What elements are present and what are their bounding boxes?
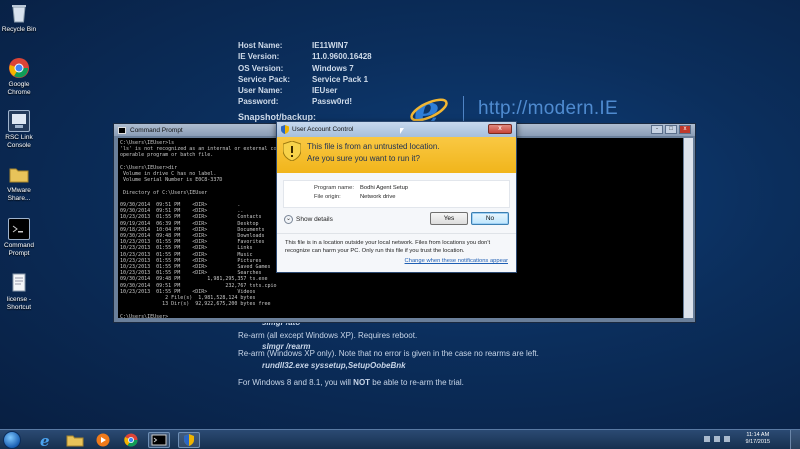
show-details-toggle[interactable]: ⌄ Show details: [284, 215, 333, 224]
info-row: IE Version: 11.0.9600.16428: [238, 51, 372, 62]
info-value: Service Pack 1: [312, 74, 369, 84]
yes-button[interactable]: Yes: [430, 212, 468, 225]
desktop-icon-label: VMware Share...: [7, 187, 31, 202]
tray-network-icon[interactable]: [714, 436, 720, 442]
desktop-icon-vmware-share[interactable]: VMware Share...: [0, 163, 38, 202]
uac-dialog[interactable]: User Account Control x This file is from…: [276, 121, 517, 273]
chrome-icon: [8, 57, 30, 79]
document-shortcut-icon: [8, 272, 30, 294]
tray-flag-icon[interactable]: [704, 436, 710, 442]
taskbar-uac-icon[interactable]: [178, 432, 200, 448]
desktop-icon-label: Command Prompt: [4, 242, 34, 257]
desktop-icon-license-shortcut[interactable]: license - Shortcut: [0, 272, 38, 311]
taskbar-explorer-icon[interactable]: [64, 432, 86, 448]
chevron-down-icon: ⌄: [284, 215, 293, 224]
instruction-text: Re-arm (all except Windows XP). Requires…: [238, 331, 418, 340]
detail-value: Network drive: [360, 193, 396, 200]
info-key: Service Pack:: [238, 74, 291, 84]
uac-titlebar[interactable]: User Account Control: [277, 122, 516, 137]
shield-icon: [281, 125, 289, 134]
instruction-text: Re-arm (Windows XP only). Note that no e…: [238, 349, 539, 358]
desktop-icon-chrome[interactable]: Google Chrome: [0, 57, 38, 96]
start-button[interactable]: [3, 431, 21, 449]
brand-url: http://modern.IE: [478, 98, 618, 119]
detail-key: Program name:: [314, 185, 354, 191]
info-key: Password:: [238, 97, 279, 107]
clock-time: 11:14 AM: [746, 432, 770, 438]
uac-footer-text: This file is in a location outside your …: [285, 240, 491, 254]
no-button[interactable]: No: [471, 212, 509, 225]
warning-shield-icon: [283, 141, 301, 161]
console-icon: [8, 110, 30, 132]
taskbar-command-prompt-icon[interactable]: [148, 432, 170, 448]
change-notifications-link[interactable]: Change when these notifications appear: [405, 258, 508, 264]
minimize-button[interactable]: -: [651, 125, 663, 134]
instruction-text-post: be able to re-arm the trial.: [370, 378, 464, 387]
info-value: 11.0.9600.16428: [312, 52, 372, 62]
folder-icon: [8, 163, 30, 185]
info-key: Host Name:: [238, 41, 283, 50]
desktop-icon-label: Recycle Bin: [1, 26, 37, 33]
maximize-button[interactable]: □: [665, 125, 677, 134]
detail-key: File origin:: [314, 193, 341, 200]
info-row: Password: Passw0rd!: [238, 96, 372, 107]
taskbar-media-player-icon[interactable]: [92, 432, 114, 448]
desktop-icon-rsc-console[interactable]: RSC Link Console: [0, 110, 38, 149]
uac-warning-title: This file is from an untrusted location.: [307, 142, 440, 151]
uac-program-details: Program name: Bodhi Agent Setup File orig…: [283, 180, 510, 208]
show-desktop-button[interactable]: [790, 430, 800, 449]
info-value: IE11WIN7: [312, 41, 349, 50]
clock[interactable]: 11:14 AM 9/17/2015: [746, 432, 770, 446]
desktop-icon-label: license - Shortcut: [6, 296, 32, 311]
taskbar: e 11:14 AM 9/17/2015: [0, 429, 800, 449]
vm-info: Host Name: IE11WIN7 IE Version: 11.0.9600.…: [238, 40, 372, 108]
info-row: Service Pack: Service Pack 1: [238, 74, 372, 85]
scrollbar[interactable]: [684, 138, 693, 318]
uac-actions: ⌄ Show details Yes No: [277, 212, 516, 230]
info-key: IE Version:: [238, 52, 280, 62]
close-button[interactable]: x: [488, 124, 512, 134]
instruction-text: For Windows 8 and 8.1, you will NOT be a…: [238, 378, 464, 387]
taskbar-chrome-icon[interactable]: [120, 432, 142, 448]
desktop-icon-label: RSC Link Console: [5, 134, 33, 149]
command-prompt-title: Command Prompt: [130, 126, 183, 134]
system-tray: [704, 436, 730, 442]
uac-warning-banner: This file is from an untrusted location.…: [277, 137, 516, 173]
detail-value: Bodhi Agent Setup: [360, 185, 409, 191]
window-controls: - □ x: [651, 125, 691, 134]
info-value: IEUser: [312, 86, 338, 96]
uac-title: User Account Control: [292, 126, 354, 133]
tray-volume-icon[interactable]: [724, 436, 730, 442]
mouse-cursor: [400, 128, 404, 134]
desktop: Recycle Bin Google Chrome RSC Link Conso…: [0, 0, 800, 429]
close-button[interactable]: x: [679, 125, 691, 134]
info-row: Host Name: IE11WIN7: [238, 40, 372, 51]
instruction-text-bold: NOT: [353, 378, 371, 387]
info-row: OS Version: Windows 7: [238, 63, 372, 74]
uac-warning-question: Are you sure you want to run it?: [307, 154, 420, 163]
desktop-icon-recycle-bin[interactable]: Recycle Bin: [0, 2, 38, 34]
info-value: Passw0rd!: [312, 97, 353, 107]
desktop-icon-command-prompt[interactable]: Command Prompt: [0, 218, 38, 257]
desktop-icon-label: Google Chrome: [7, 81, 31, 96]
recycle-bin-icon: [8, 2, 30, 24]
show-details-label: Show details: [296, 216, 333, 223]
info-row: User Name: IEUser: [238, 85, 372, 96]
info-key: OS Version:: [238, 63, 284, 73]
brand-separator: [463, 96, 464, 124]
info-value: Windows 7: [312, 63, 354, 73]
svg-text:e: e: [40, 432, 50, 448]
clock-date: 9/17/2015: [745, 439, 770, 445]
instruction-text-pre: For Windows 8 and 8.1, you will: [238, 378, 354, 387]
command-prompt-icon: [118, 126, 126, 134]
command-text: rundll32.exe syssetup,SetupOobeBnk: [262, 361, 406, 370]
info-key: User Name:: [238, 86, 283, 96]
command-prompt-icon: [8, 218, 30, 240]
taskbar-ie-icon[interactable]: e: [34, 432, 56, 449]
